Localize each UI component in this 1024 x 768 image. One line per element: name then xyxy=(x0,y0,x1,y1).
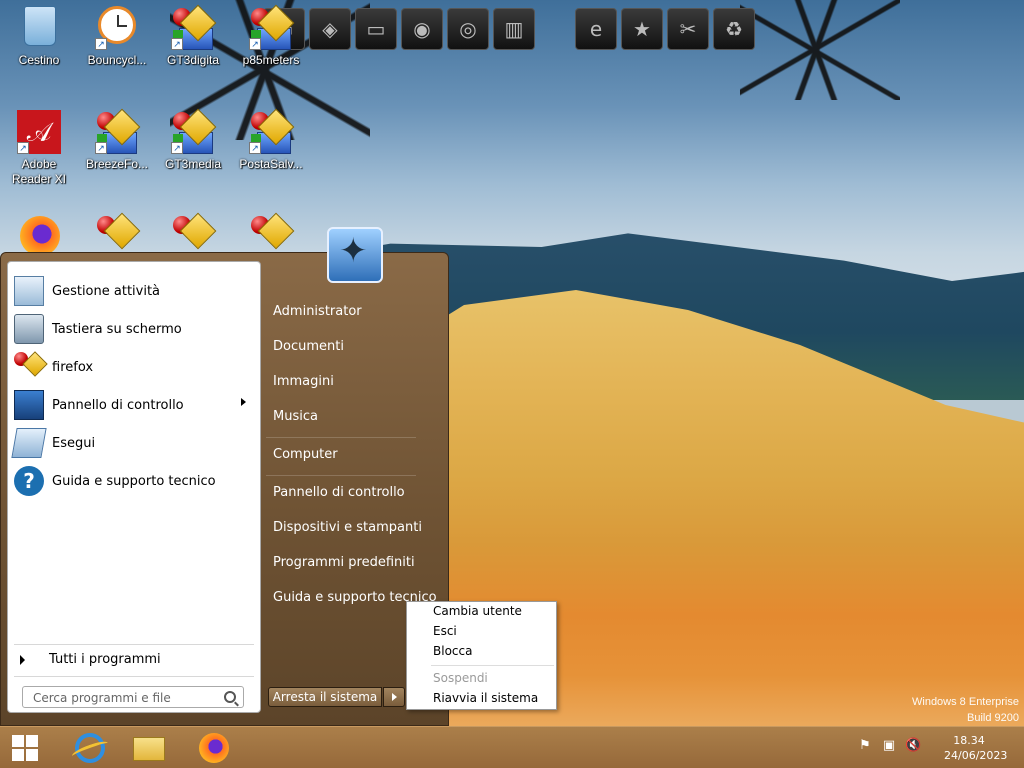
separator xyxy=(266,475,416,476)
all-programs-arrow-icon xyxy=(20,654,25,665)
start-menu-programs-pane: Gestione attività Tastiera su schermo fi… xyxy=(7,261,261,713)
program-on-screen-keyboard[interactable]: Tastiera su schermo xyxy=(14,312,254,346)
desktop-icon-recycle-bin[interactable]: Cestino xyxy=(2,6,76,68)
menu-item-restart[interactable]: Riavvia il sistema xyxy=(433,689,538,707)
desktop-icon-label: Adobe Reader XI xyxy=(11,157,67,186)
dock-item-network-icon[interactable]: ◈ xyxy=(309,8,351,50)
start-right-control-panel[interactable]: Pannello di controllo xyxy=(273,482,405,504)
program-label: Tastiera su schermo xyxy=(52,321,182,337)
program-run[interactable]: Esegui xyxy=(11,426,254,460)
menu-item-log-off[interactable]: Esci xyxy=(433,622,457,640)
program-label: Esegui xyxy=(52,435,96,451)
search-icon[interactable] xyxy=(224,691,236,703)
watermark-edition: Windows 8 Enterprise xyxy=(912,696,1019,708)
all-programs-button[interactable]: Tutti i programmi xyxy=(20,652,161,667)
desktop-icon-gt3digita[interactable]: ↗ GT3digita xyxy=(156,4,230,68)
shortcut-arrow-icon: ↗ xyxy=(95,38,107,50)
network-icon[interactable]: ▣ xyxy=(881,738,897,754)
separator xyxy=(14,676,254,677)
run-icon xyxy=(11,428,47,458)
desktop-icon-breezefo[interactable]: ↗ BreezeFo... xyxy=(80,108,154,172)
watermark-build: Build 9200 xyxy=(967,712,1019,724)
start-windows-icon[interactable] xyxy=(12,735,40,763)
program-label: firefox xyxy=(52,359,94,375)
start-right-music[interactable]: Musica xyxy=(273,406,318,428)
desktop-icon-label: Bouncycl... xyxy=(87,53,147,67)
clock-time: 18.34 xyxy=(953,734,985,747)
dock-item-folder-icon[interactable]: ▭ xyxy=(355,8,397,50)
separator xyxy=(266,437,416,438)
firefox-icon[interactable] xyxy=(196,731,232,765)
keyboard-icon xyxy=(14,314,44,344)
dock-item-recycle-icon[interactable]: ♻ xyxy=(713,8,755,50)
program-help[interactable]: ? Guida e supporto tecnico xyxy=(14,464,254,498)
desktop-icon-label: Cestino xyxy=(18,53,60,67)
top-dock-right: e ★ ✂ ♻ xyxy=(575,8,755,52)
program-label: Gestione attività xyxy=(52,283,161,299)
flag-icon[interactable]: ⚑ xyxy=(857,738,873,754)
dock-item-power-icon[interactable]: ◉ xyxy=(401,8,443,50)
os-watermark: Windows 8 Enterprise Build 9200 xyxy=(912,694,1019,726)
internet-explorer-icon[interactable] xyxy=(70,731,110,765)
start-right-pictures[interactable]: Immagini xyxy=(273,371,334,393)
desktop-icon-postasalv[interactable]: ↗ PostaSalv... xyxy=(234,108,308,172)
submenu-arrow-icon xyxy=(241,398,246,406)
help-icon: ? xyxy=(14,466,44,496)
user-avatar[interactable] xyxy=(327,227,383,283)
start-right-documents[interactable]: Documenti xyxy=(273,336,344,358)
control-panel-icon xyxy=(14,390,44,420)
program-label: Pannello di controllo xyxy=(52,397,184,413)
desktop-icon-gt3media[interactable]: ↗ GT3media xyxy=(156,108,230,172)
shutdown-options-menu: Cambia utente Esci Blocca Sospendi Riavv… xyxy=(406,601,557,710)
start-right-devices-printers[interactable]: Dispositivi e stampanti xyxy=(273,517,422,539)
shutdown-button[interactable]: Arresta il sistema xyxy=(268,687,382,707)
search-box[interactable] xyxy=(22,686,244,708)
desktop-icon-bouncycl[interactable]: ↗ Bouncycl... xyxy=(80,6,154,68)
network-app-icon: ↗ xyxy=(171,4,217,50)
taskbar-clock[interactable]: 18.34 24/06/2023 xyxy=(944,733,1008,763)
start-right-administrator[interactable]: Administrator xyxy=(273,301,362,323)
program-label: Guida e supporto tecnico xyxy=(52,473,216,489)
menu-item-sleep: Sospendi xyxy=(433,671,488,685)
network-app-icon: ↗ xyxy=(171,108,217,154)
volume-muted-icon[interactable]: 🔇 xyxy=(905,738,921,754)
desktop-icon-label: p85meters xyxy=(242,53,300,67)
desktop-icon-p85meters[interactable]: ↗ p85meters xyxy=(234,4,308,68)
clock-date: 24/06/2023 xyxy=(944,749,1008,762)
desktop-icon-label: GT3media xyxy=(164,157,222,171)
recycle-bin-icon xyxy=(24,6,56,46)
dock-item-speaker-icon[interactable]: ◎ xyxy=(447,8,489,50)
start-right-default-programs[interactable]: Programmi predefiniti xyxy=(273,552,415,574)
desktop-icon-label: PostaSalv... xyxy=(239,157,303,171)
separator xyxy=(14,644,254,645)
program-control-panel[interactable]: Pannello di controllo xyxy=(14,388,254,422)
start-right-computer[interactable]: Computer xyxy=(273,444,338,466)
desktop-icon-label: BreezeFo... xyxy=(85,157,149,171)
dock-item-tools-icon[interactable]: ✂ xyxy=(667,8,709,50)
network-app-icon: ↗ xyxy=(249,4,295,50)
network-app-icon: ↗ xyxy=(249,108,295,154)
dock-item-shirt-icon[interactable]: ★ xyxy=(621,8,663,50)
menu-item-switch-user[interactable]: Cambia utente xyxy=(433,602,522,620)
network-app-icon: ↗ xyxy=(95,108,141,154)
network-app-icon xyxy=(14,351,48,382)
all-programs-label: Tutti i programmi xyxy=(49,652,161,667)
dock-item-ie-icon[interactable]: e xyxy=(575,8,617,50)
program-task-manager[interactable]: Gestione attività xyxy=(14,274,254,308)
firefox-icon xyxy=(20,216,60,256)
program-firefox[interactable]: firefox xyxy=(14,350,254,384)
search-input[interactable] xyxy=(31,688,225,708)
menu-item-lock[interactable]: Blocca xyxy=(433,642,472,660)
dock-item-mixer-icon[interactable]: ▥ xyxy=(493,8,535,50)
separator xyxy=(431,665,554,666)
desktop-icon-label: GT3digita xyxy=(166,53,220,67)
file-explorer-icon[interactable] xyxy=(133,731,169,765)
task-manager-icon xyxy=(14,276,44,306)
shutdown-options-button[interactable] xyxy=(383,687,405,707)
palm-leaves-right xyxy=(740,0,900,100)
desktop-icon-adobe-reader[interactable]: 𝒜 ↗ Adobe Reader XI xyxy=(2,110,76,187)
